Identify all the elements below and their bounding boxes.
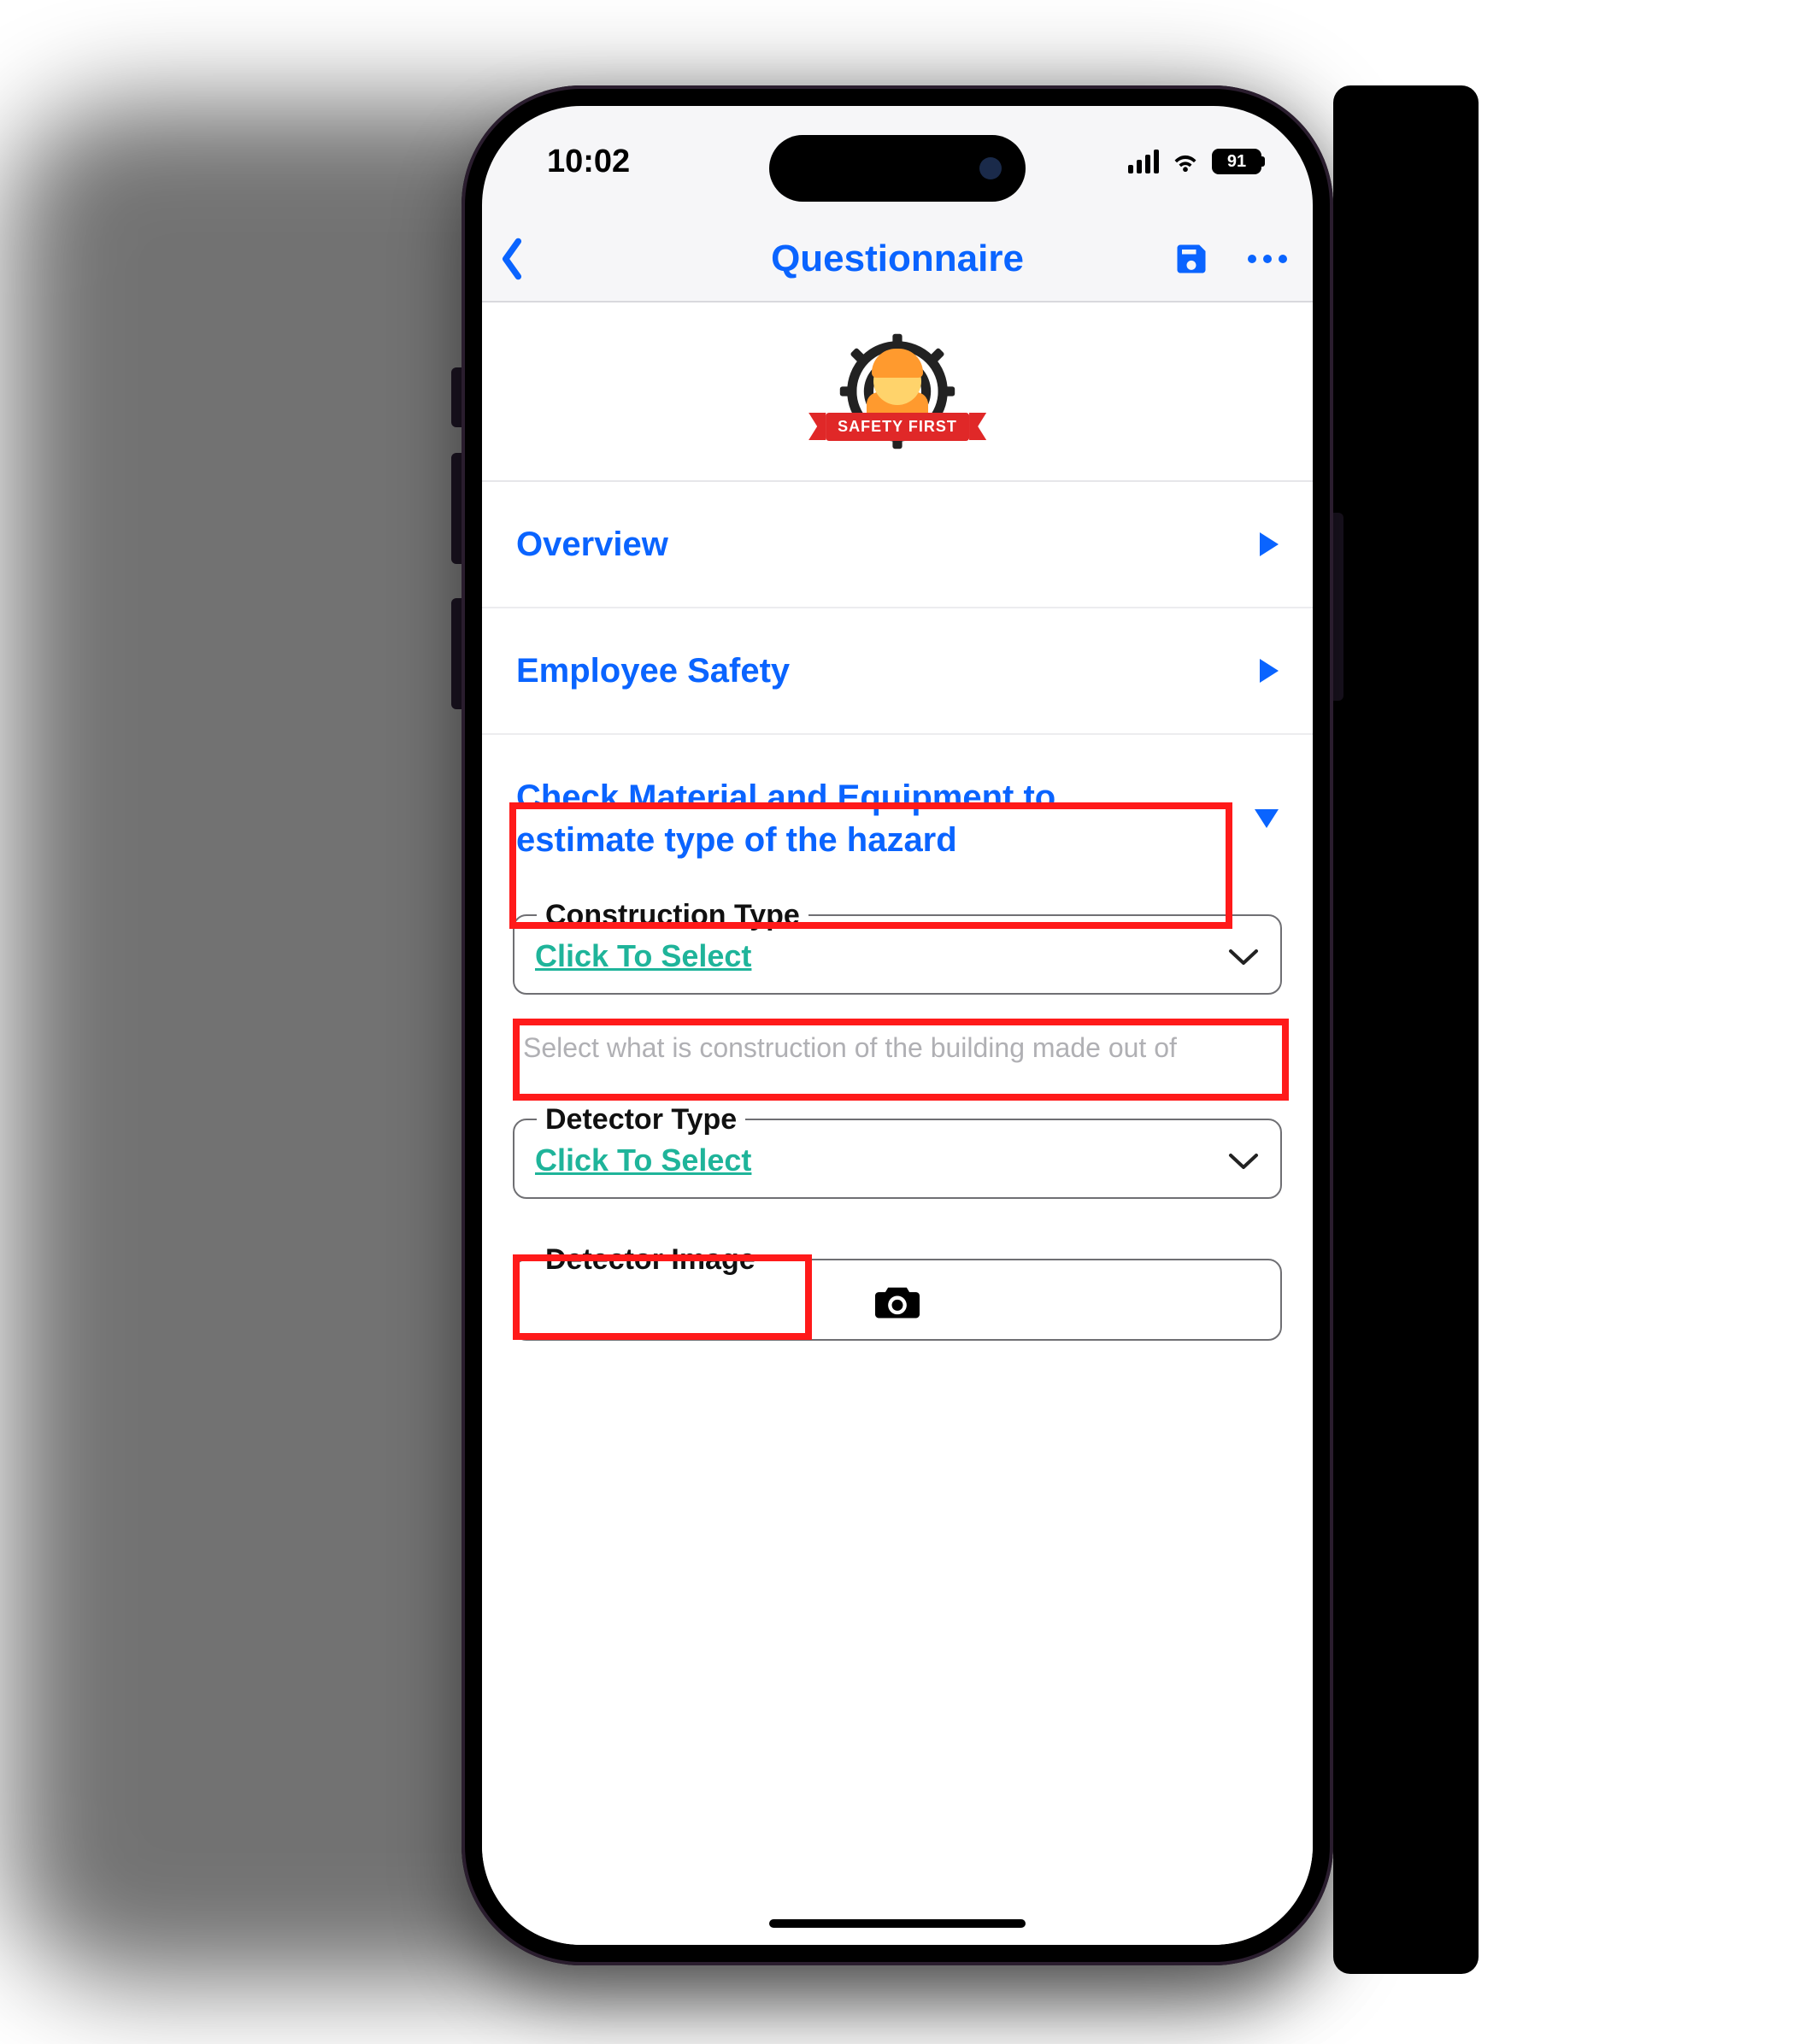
phone-frame: 10:02 91 Questionna	[462, 85, 1333, 1965]
detector-type-placeholder: Click To Select	[535, 1142, 751, 1178]
construction-type-placeholder: Click To Select	[535, 938, 751, 974]
content-area: SAFETY FIRST Overview Employee Safety Ch…	[482, 302, 1313, 1945]
section-employee-safety-title: Employee Safety	[516, 649, 1234, 692]
volume-down-button	[451, 598, 462, 709]
page-title: Questionnaire	[771, 238, 1024, 280]
status-time: 10:02	[547, 144, 630, 180]
chevron-down-icon	[1227, 1149, 1260, 1172]
wifi-icon	[1171, 150, 1200, 173]
status-icons: 91	[1128, 149, 1261, 174]
section-employee-safety[interactable]: Employee Safety	[482, 608, 1313, 735]
expand-right-icon	[1260, 659, 1279, 683]
field-detector-type: Detector Type Click To Select	[513, 1119, 1282, 1199]
safety-first-logo: SAFETY FIRST	[833, 327, 961, 455]
construction-type-label: Construction Type	[537, 899, 808, 932]
construction-type-hint: Select what is construction of the build…	[513, 1007, 1282, 1090]
section-overview-title: Overview	[516, 523, 1234, 566]
battery-percent: 91	[1227, 152, 1246, 172]
field-detector-image: Detector Image	[513, 1259, 1282, 1341]
section-material-title: Check Material and Equipment to estimate…	[516, 776, 1140, 861]
camera-icon	[875, 1283, 920, 1320]
expand-down-icon	[1255, 809, 1279, 828]
nav-bar: Questionnaire	[482, 217, 1313, 302]
battery-icon: 91	[1212, 149, 1261, 174]
logo-ribbon: SAFETY FIRST	[826, 413, 969, 441]
home-indicator	[769, 1919, 1026, 1928]
more-button[interactable]	[1248, 255, 1287, 263]
mute-switch	[451, 367, 462, 427]
logo-row: SAFETY FIRST	[482, 302, 1313, 482]
chevron-down-icon	[1227, 945, 1260, 967]
back-button[interactable]	[497, 238, 526, 280]
power-button	[1333, 513, 1343, 701]
section-overview[interactable]: Overview	[482, 482, 1313, 608]
dynamic-island	[769, 135, 1026, 202]
detector-image-label: Detector Image	[537, 1243, 764, 1277]
section-material-body: Construction Type Click To Select Select…	[482, 914, 1313, 1375]
volume-up-button	[451, 453, 462, 564]
backdrop-strip	[1333, 85, 1479, 1974]
expand-right-icon	[1260, 532, 1279, 556]
save-button[interactable]	[1173, 240, 1210, 278]
section-material[interactable]: Check Material and Equipment to estimate…	[482, 735, 1313, 885]
detector-type-label: Detector Type	[537, 1103, 745, 1137]
cellular-icon	[1128, 150, 1159, 173]
field-construction-type: Construction Type Click To Select Select…	[513, 914, 1282, 1090]
screen: 10:02 91 Questionna	[482, 106, 1313, 1945]
